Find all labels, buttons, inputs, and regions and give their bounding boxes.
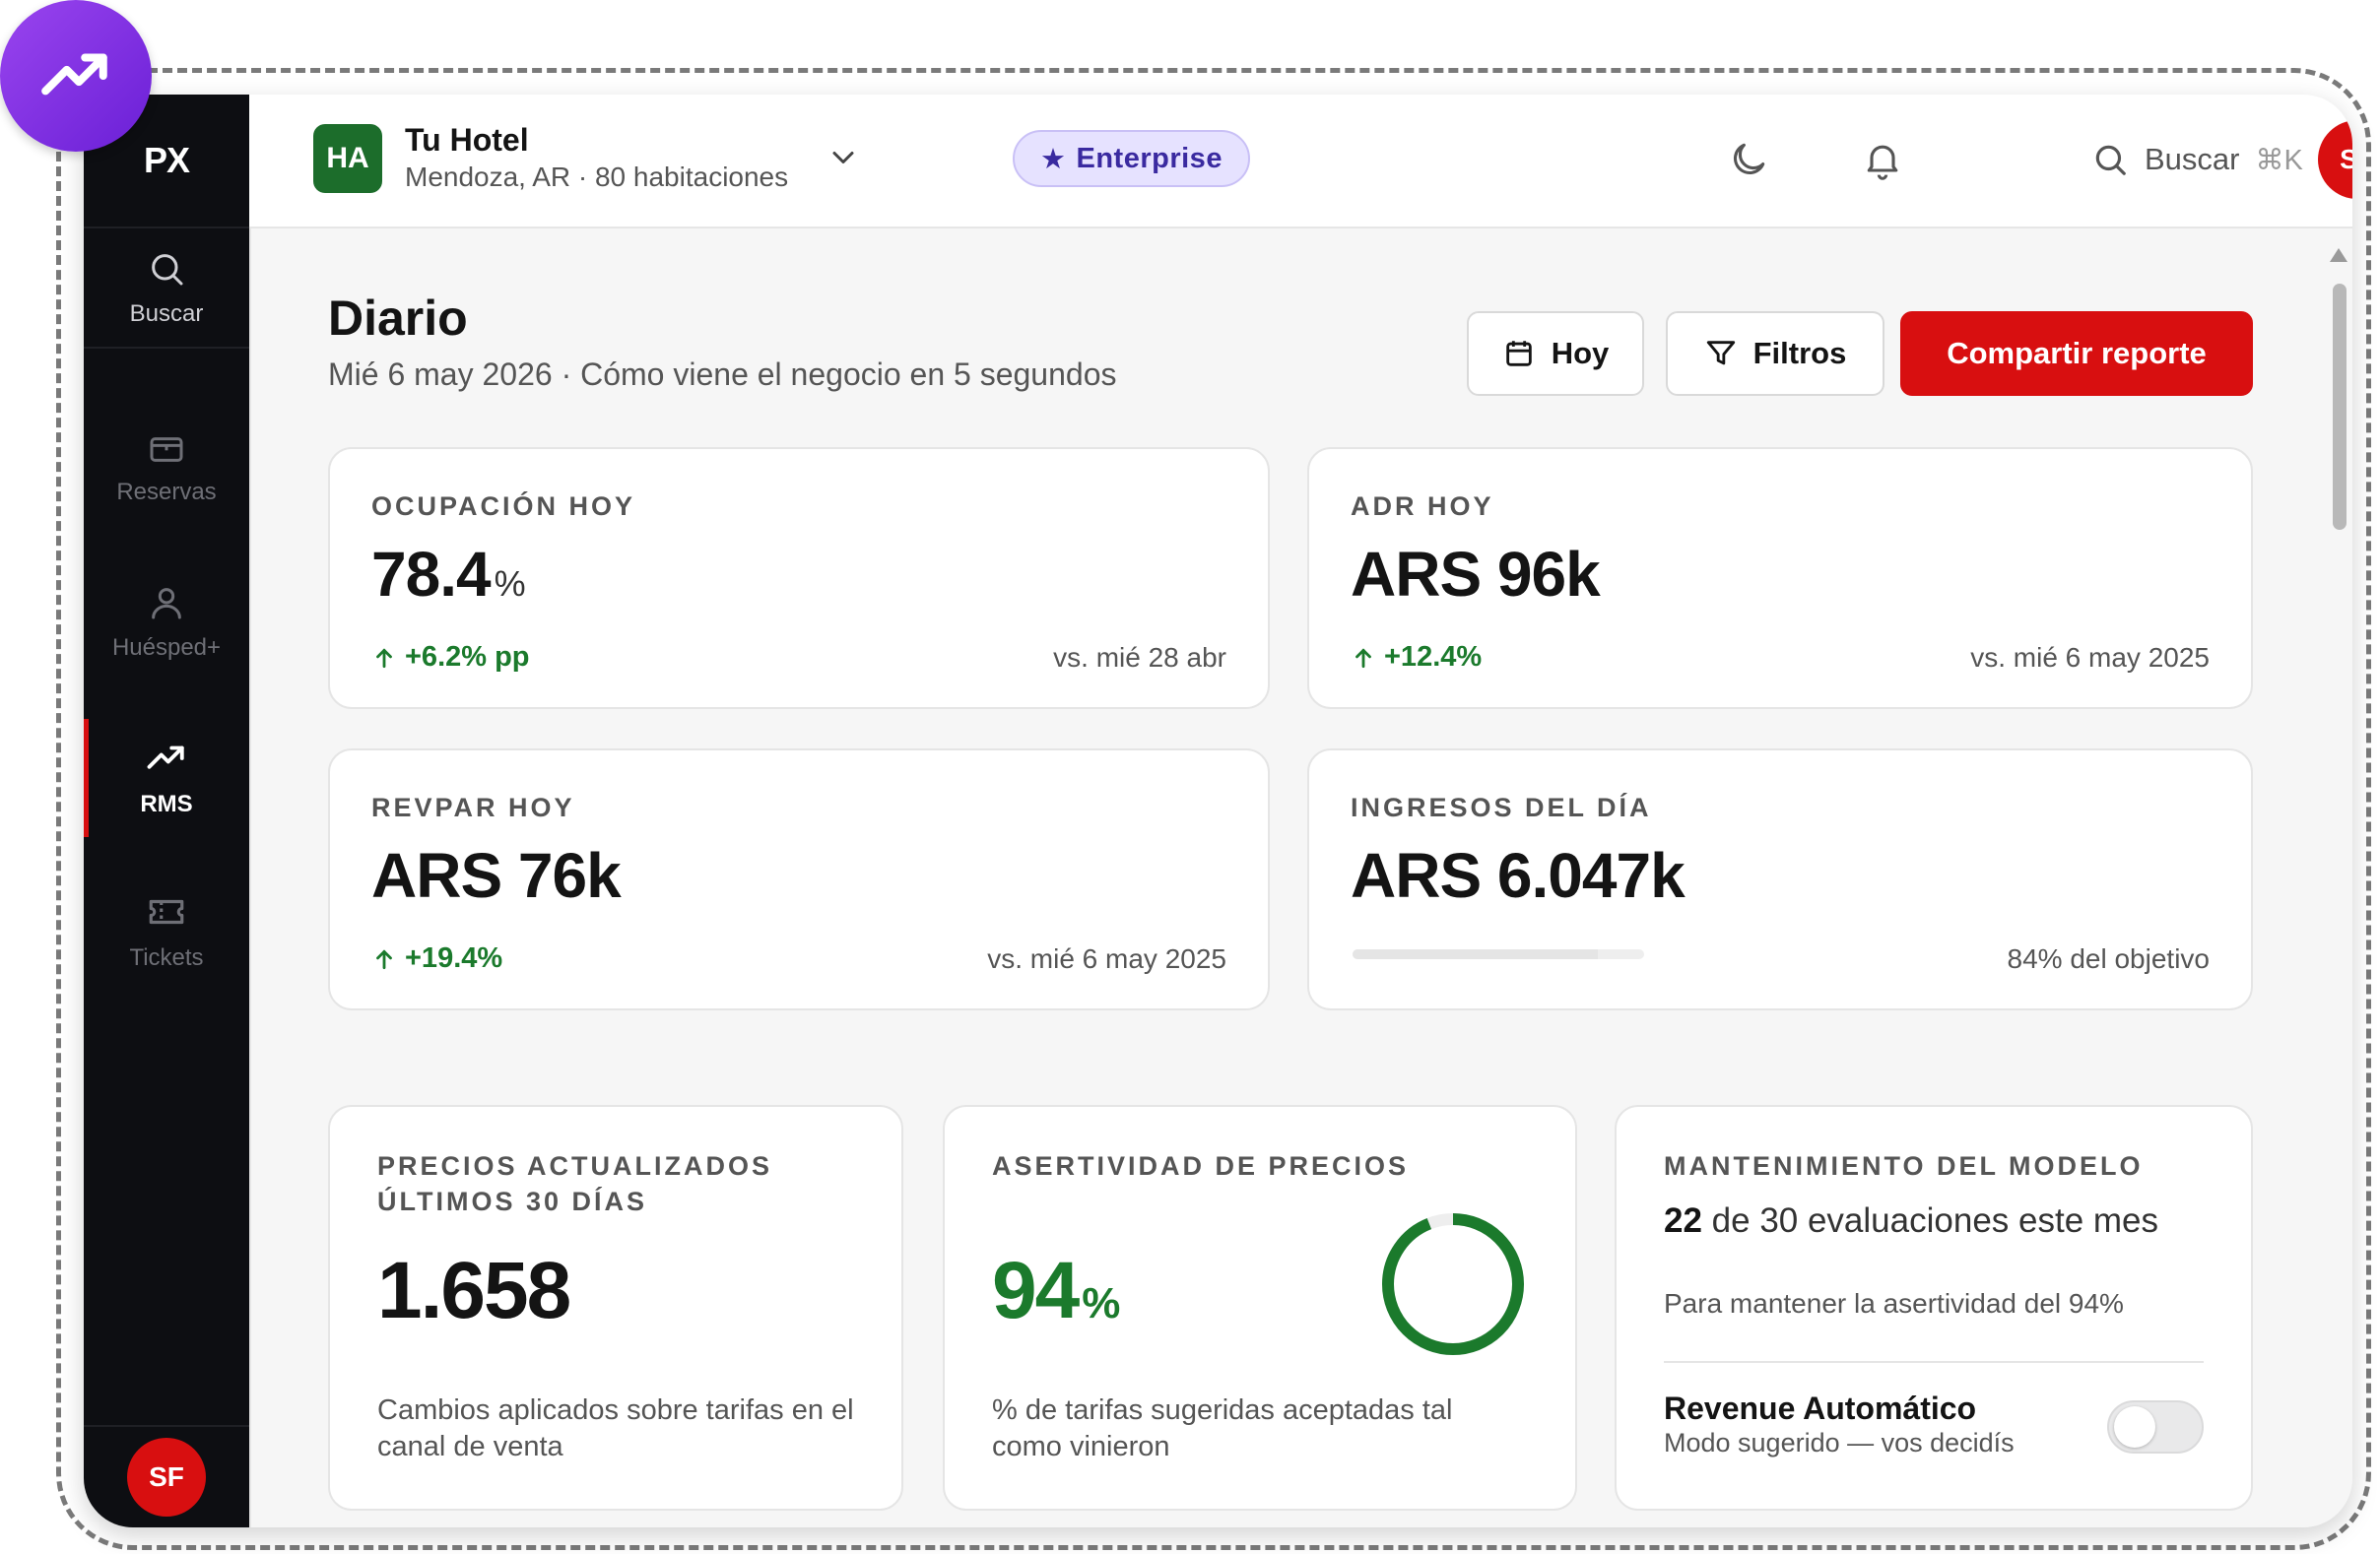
app-window: PX Buscar Reservas Huésped+ RMS Tickets … bbox=[84, 95, 2352, 1527]
sidebar-item-reservas[interactable]: Reservas bbox=[84, 408, 249, 526]
sidebar: PX Buscar Reservas Huésped+ RMS Tickets … bbox=[84, 95, 249, 1527]
vertical-scrollbar[interactable] bbox=[2330, 238, 2350, 1519]
rms-badge bbox=[0, 0, 152, 152]
scroll-up-arrow[interactable] bbox=[2330, 248, 2347, 262]
kpi-value: 78.4% bbox=[371, 539, 526, 610]
share-report-button[interactable]: Compartir reporte bbox=[1900, 311, 2253, 396]
hotel-avatar[interactable]: HA bbox=[313, 124, 382, 193]
card-label: MANTENIMIENTO DEL MODELO bbox=[1664, 1151, 2144, 1181]
briefcase-icon bbox=[150, 437, 183, 462]
user-icon bbox=[152, 588, 181, 619]
today-label: Hoy bbox=[1551, 336, 1610, 370]
evaluations-count: 22 de 30 evaluaciones este mes bbox=[1664, 1201, 2159, 1240]
moon-icon[interactable] bbox=[1727, 138, 1770, 181]
arrow-up-icon bbox=[376, 647, 392, 668]
sidebar-item-tickets[interactable]: Tickets bbox=[84, 873, 249, 991]
kpi-label: ADR HOY bbox=[1351, 491, 1494, 521]
global-search-button[interactable]: Buscar ⌘K bbox=[2091, 130, 2303, 189]
kpi-label: OCUPACIÓN HOY bbox=[371, 491, 636, 521]
filters-label: Filtros bbox=[1752, 336, 1847, 370]
kpi-card-adr: ADR HOY ARS 96k +12.4% vs. mié 6 may 202… bbox=[1307, 447, 2253, 709]
hotel-meta: Mendoza, AR · 80 habitaciones bbox=[405, 162, 789, 192]
accuracy-card: ASERTIVIDAD DE PRECIOS 94% % de tarifas … bbox=[943, 1105, 1577, 1511]
card-description: % de tarifas sugeridas aceptadas tal com… bbox=[992, 1394, 1453, 1462]
trending-up-icon bbox=[41, 53, 107, 96]
search-icon bbox=[152, 254, 183, 286]
auto-revenue-toggle[interactable] bbox=[2107, 1400, 2204, 1454]
kpi-delta: +6.2% pp bbox=[371, 641, 530, 674]
accuracy-donut-arc bbox=[1382, 1213, 1524, 1355]
goal-progress-fill bbox=[1353, 949, 1598, 959]
sidebar-item-rms[interactable]: RMS bbox=[84, 719, 249, 837]
chevron-down-icon[interactable] bbox=[826, 140, 861, 175]
scroll-thumb[interactable] bbox=[2333, 284, 2347, 530]
kpi-unit: % bbox=[494, 563, 526, 604]
sidebar-footer: SF bbox=[84, 1425, 249, 1527]
accuracy-unit: % bbox=[1082, 1279, 1120, 1327]
kpi-card-revpar: REVPAR HOY ARS 76k +19.4% vs. mié 6 may … bbox=[328, 748, 1270, 1010]
page-title: Diario bbox=[328, 291, 468, 346]
arrow-up-icon bbox=[376, 948, 392, 969]
top-header: HA Tu Hotel Mendoza, AR · 80 habitacione… bbox=[249, 95, 2352, 228]
star-icon: ★ bbox=[1040, 143, 1067, 175]
calendar-icon bbox=[1505, 341, 1532, 366]
sidebar-item-buscar[interactable]: Buscar bbox=[84, 230, 249, 349]
sidebar-item-huesped[interactable]: Huésped+ bbox=[84, 563, 249, 681]
card-label: PRECIOS ACTUALIZADOS ÚLTIMOS 30 DÍAS bbox=[377, 1151, 773, 1216]
goal-text: 84% del objetivo bbox=[2007, 943, 2210, 974]
user-avatar[interactable]: SF bbox=[2318, 120, 2352, 199]
model-maintenance-card: MANTENIMIENTO DEL MODELO 22 de 30 evalua… bbox=[1615, 1105, 2253, 1511]
search-label: Buscar bbox=[2145, 142, 2240, 176]
sidebar-item-label: RMS bbox=[140, 791, 193, 817]
kpi-value: ARS 6.047k bbox=[1351, 840, 1686, 911]
kpi-card-revenue: INGRESOS DEL DÍA ARS 6.047k 84% del obje… bbox=[1307, 748, 2253, 1010]
plan-label: Enterprise bbox=[1076, 142, 1223, 174]
auto-revenue-subtitle: Modo sugerido — vos decidís bbox=[1664, 1428, 2015, 1457]
goal-progress-bar bbox=[1353, 949, 1644, 959]
kpi-compare: vs. mié 6 may 2025 bbox=[1970, 642, 2210, 673]
kpi-delta: +12.4% bbox=[1351, 641, 1482, 674]
sidebar-item-label: Reservas bbox=[116, 479, 217, 505]
today-button[interactable]: Hoy bbox=[1467, 311, 1644, 396]
kpi-delta: +19.4% bbox=[371, 942, 502, 975]
kpi-card-occupancy: OCUPACIÓN HOY 78.4% +6.2% pp vs. mié 28 … bbox=[328, 447, 1270, 709]
accuracy-donut-chart bbox=[1382, 1213, 1524, 1355]
kpi-label: INGRESOS DEL DÍA bbox=[1351, 793, 1652, 822]
page-subtitle: Mié 6 may 2026 · Cómo viene el negocio e… bbox=[328, 356, 1117, 392]
sidebar-item-label: Tickets bbox=[129, 944, 204, 971]
kpi-value: ARS 96k bbox=[1351, 539, 1601, 610]
kpi-compare: vs. mié 28 abr bbox=[1053, 642, 1226, 673]
sidebar-user-avatar[interactable]: SF bbox=[127, 1438, 206, 1517]
accuracy-value: 94% bbox=[992, 1246, 1120, 1335]
filter-icon bbox=[1706, 341, 1735, 365]
kpi-label: REVPAR HOY bbox=[371, 793, 575, 822]
search-shortcut: ⌘K bbox=[2255, 144, 2303, 176]
search-icon bbox=[2095, 145, 2126, 175]
plan-badge: ★ Enterprise bbox=[1013, 130, 1250, 187]
divider bbox=[1664, 1361, 2204, 1363]
main-content: Diario Mié 6 may 2026 · Cómo viene el ne… bbox=[249, 228, 2352, 1527]
prices-updated-value: 1.658 bbox=[377, 1246, 571, 1335]
prices-updated-card: PRECIOS ACTUALIZADOS ÚLTIMOS 30 DÍAS 1.6… bbox=[328, 1105, 903, 1511]
arrow-up-icon bbox=[1355, 647, 1371, 668]
bell-icon[interactable] bbox=[1861, 138, 1904, 181]
card-label: ASERTIVIDAD DE PRECIOS bbox=[992, 1151, 1410, 1181]
sidebar-item-label: Huésped+ bbox=[111, 634, 222, 661]
evaluations-subtitle: Para mantener la asertividad del 94% bbox=[1664, 1288, 2124, 1319]
hotel-name[interactable]: Tu Hotel bbox=[405, 122, 529, 159]
kpi-value: ARS 76k bbox=[371, 840, 622, 911]
trending-up-icon bbox=[147, 745, 184, 769]
card-description: Cambios aplicados sobre tarifas en el ca… bbox=[377, 1394, 854, 1462]
auto-revenue-title: Revenue Automático bbox=[1664, 1391, 1977, 1426]
ticket-icon bbox=[149, 899, 184, 925]
filters-button[interactable]: Filtros bbox=[1666, 311, 1884, 396]
sidebar-item-label: Buscar bbox=[129, 300, 204, 327]
kpi-compare: vs. mié 6 may 2025 bbox=[987, 943, 1226, 974]
